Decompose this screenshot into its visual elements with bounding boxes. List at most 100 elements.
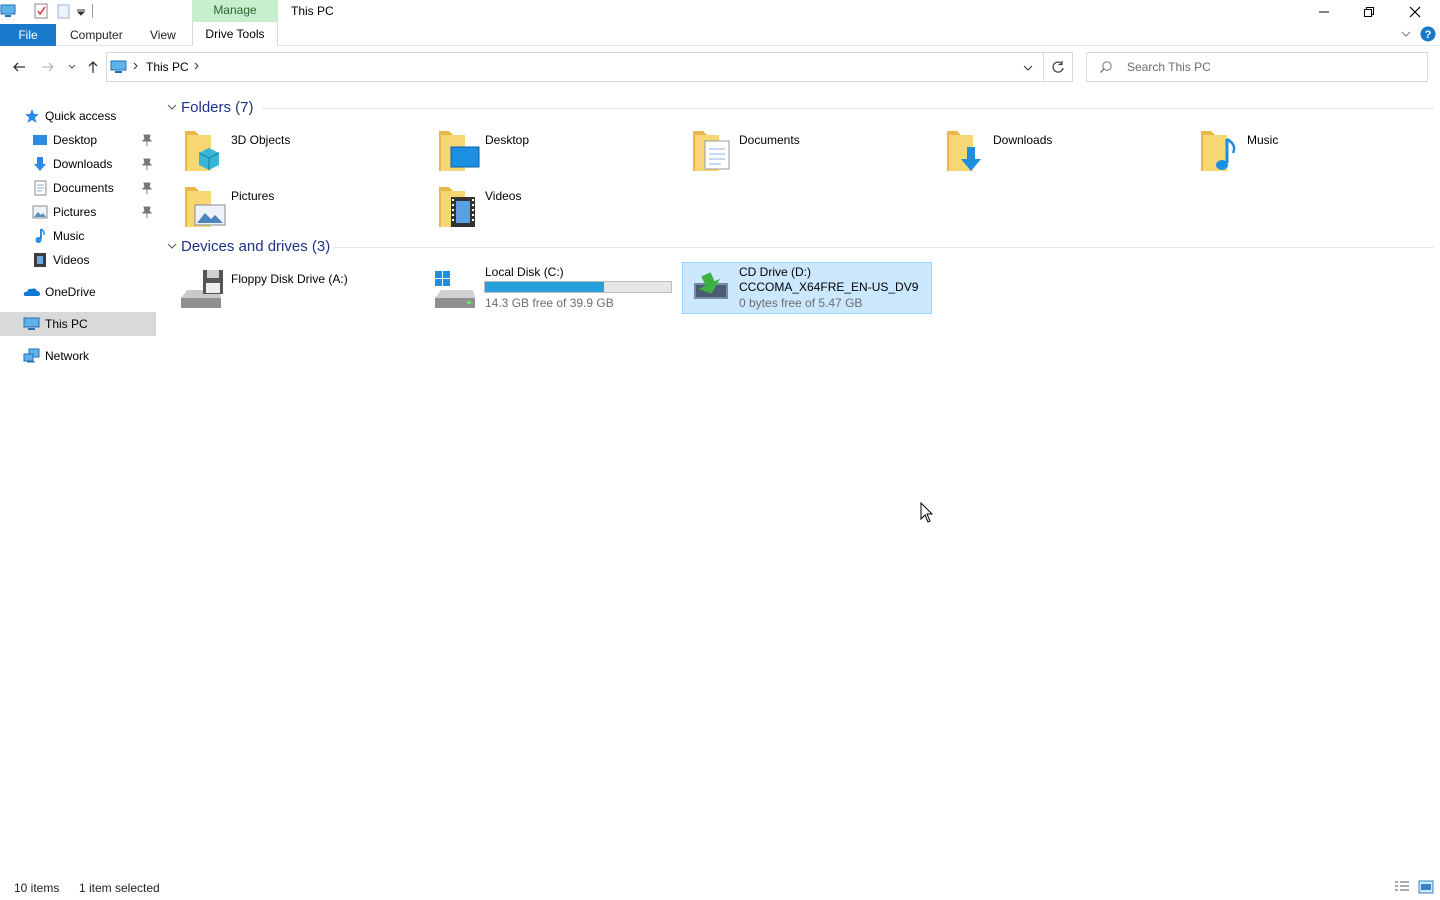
drive-usage-bar [484, 281, 672, 293]
breadcrumb-chevron-icon[interactable] [132, 60, 140, 75]
pin-icon[interactable] [141, 133, 153, 147]
folder-name: Music [1247, 133, 1279, 147]
restore-button[interactable] [1346, 0, 1392, 24]
folder-videos[interactable]: Videos [435, 183, 685, 235]
folder-desktop[interactable]: Desktop [435, 127, 685, 179]
sidebar-item-desktop[interactable]: Desktop [0, 128, 156, 152]
folder-name: Desktop [485, 133, 530, 147]
forward-button[interactable] [38, 58, 58, 76]
drive-name: Floppy Disk Drive (A:) [231, 272, 348, 286]
drive-cd-d[interactable]: CD Drive (D:) CCCOMA_X64FRE_EN-US_DV9 0 … [682, 262, 932, 314]
sidebar-item-onedrive[interactable]: OneDrive [0, 280, 156, 304]
3d-objects-folder-icon [181, 127, 229, 175]
svg-text:?: ? [1425, 29, 1432, 41]
sidebar-item-documents[interactable]: Documents [0, 176, 156, 200]
sidebar-item-label: Videos [53, 253, 90, 267]
this-pc-icon [110, 59, 128, 78]
ribbon-tabs: File Computer View Drive Tools ? [0, 22, 1440, 46]
folder-documents[interactable]: Documents [689, 127, 939, 179]
title-bar: Manage This PC [0, 0, 1440, 24]
forward-arrow-icon [42, 62, 54, 72]
tab-computer[interactable]: Computer [70, 24, 123, 46]
tab-drive-tools[interactable]: Drive Tools [192, 22, 278, 46]
close-icon [1409, 6, 1421, 18]
recent-locations-button[interactable] [62, 58, 82, 76]
group-title: Folders (7) [181, 99, 254, 116]
folder-name: Videos [485, 189, 522, 203]
chevron-down-icon [68, 64, 76, 69]
sidebar-item-label: Pictures [53, 205, 97, 219]
windows-drive-icon [433, 270, 477, 313]
sidebar-item-label: Desktop [53, 133, 98, 147]
address-history-icon[interactable] [1022, 62, 1034, 77]
folders-group-header[interactable]: Folders (7) [164, 97, 1434, 119]
folder-name: 3D Objects [231, 133, 291, 147]
pin-icon[interactable] [141, 157, 153, 171]
folder-3d-objects[interactable]: 3D Objects [181, 127, 431, 179]
back-button[interactable] [9, 58, 29, 76]
breadcrumb-chevron-icon[interactable] [193, 60, 201, 75]
group-divider [262, 108, 1434, 109]
back-arrow-icon [13, 62, 25, 72]
drive-floppy-a[interactable]: Floppy Disk Drive (A:) [177, 262, 427, 314]
onedrive-icon [23, 284, 40, 300]
drive-name: CD Drive (D:) [739, 265, 811, 279]
desktop-icon [32, 132, 48, 148]
floppy-drive-icon [179, 268, 223, 315]
minimize-button[interactable] [1301, 0, 1347, 24]
sidebar-item-music[interactable]: Music [0, 224, 156, 248]
customize-qat-icon[interactable] [76, 6, 92, 22]
properties-icon[interactable] [33, 3, 49, 19]
minimize-icon [1319, 11, 1329, 13]
search-input[interactable]: Search This PC [1127, 60, 1211, 74]
cd-drive-icon [693, 269, 729, 308]
sidebar-item-network[interactable]: Network [0, 344, 156, 368]
address-bar[interactable]: This PC [106, 52, 1044, 82]
new-folder-icon[interactable] [56, 3, 72, 19]
sidebar-item-label: Quick access [45, 109, 117, 123]
videos-icon [32, 252, 48, 268]
drive-volume-label: CCCOMA_X64FRE_EN-US_DV9 [739, 280, 919, 294]
folder-downloads[interactable]: Downloads [943, 127, 1193, 179]
expand-ribbon-icon[interactable] [1400, 28, 1412, 43]
pictures-icon [32, 204, 48, 220]
sidebar-item-quick-access[interactable]: Quick access [0, 104, 156, 128]
refresh-button[interactable] [1044, 52, 1073, 82]
close-button[interactable] [1392, 0, 1438, 24]
downloads-folder-icon [943, 127, 991, 175]
sidebar-item-label: OneDrive [45, 285, 96, 299]
tab-manage[interactable]: Manage [192, 0, 278, 22]
search-box[interactable]: Search This PC [1086, 52, 1428, 82]
folder-name: Documents [739, 133, 800, 147]
devices-group-header[interactable]: Devices and drives (3) [164, 236, 1434, 258]
window-title: This PC [291, 4, 334, 18]
music-folder-icon [1197, 127, 1245, 175]
status-bar: 10 items 1 item selected [0, 876, 1440, 900]
sidebar-item-this-pc[interactable]: This PC [0, 312, 156, 336]
help-icon[interactable]: ? [1420, 26, 1436, 45]
sidebar-item-label: Downloads [53, 157, 113, 171]
qat-separator [92, 4, 93, 18]
sidebar-item-downloads[interactable]: Downloads [0, 152, 156, 176]
folder-music[interactable]: Music [1197, 127, 1440, 179]
sidebar-item-pictures[interactable]: Pictures [0, 200, 156, 224]
breadcrumb-this-pc[interactable]: This PC [146, 60, 189, 74]
drive-local-c[interactable]: Local Disk (C:) 14.3 GB free of 39.9 GB [431, 262, 681, 314]
sidebar-item-videos[interactable]: Videos [0, 248, 156, 272]
large-icons-view-icon[interactable] [1418, 880, 1434, 897]
pin-icon[interactable] [141, 181, 153, 195]
tab-file[interactable]: File [0, 24, 56, 46]
star-icon [24, 108, 40, 124]
sidebar-item-label: Network [45, 349, 90, 363]
folder-pictures[interactable]: Pictures [181, 183, 431, 235]
search-icon [1099, 60, 1113, 77]
up-button[interactable] [83, 58, 103, 76]
computer-icon[interactable] [0, 3, 16, 19]
details-view-icon[interactable] [1394, 880, 1410, 897]
folder-name: Pictures [231, 189, 275, 203]
tab-view[interactable]: View [150, 24, 176, 46]
pictures-folder-icon [181, 183, 229, 231]
pin-icon[interactable] [141, 205, 153, 219]
mouse-pointer-icon [920, 501, 934, 527]
documents-folder-icon [689, 127, 737, 175]
